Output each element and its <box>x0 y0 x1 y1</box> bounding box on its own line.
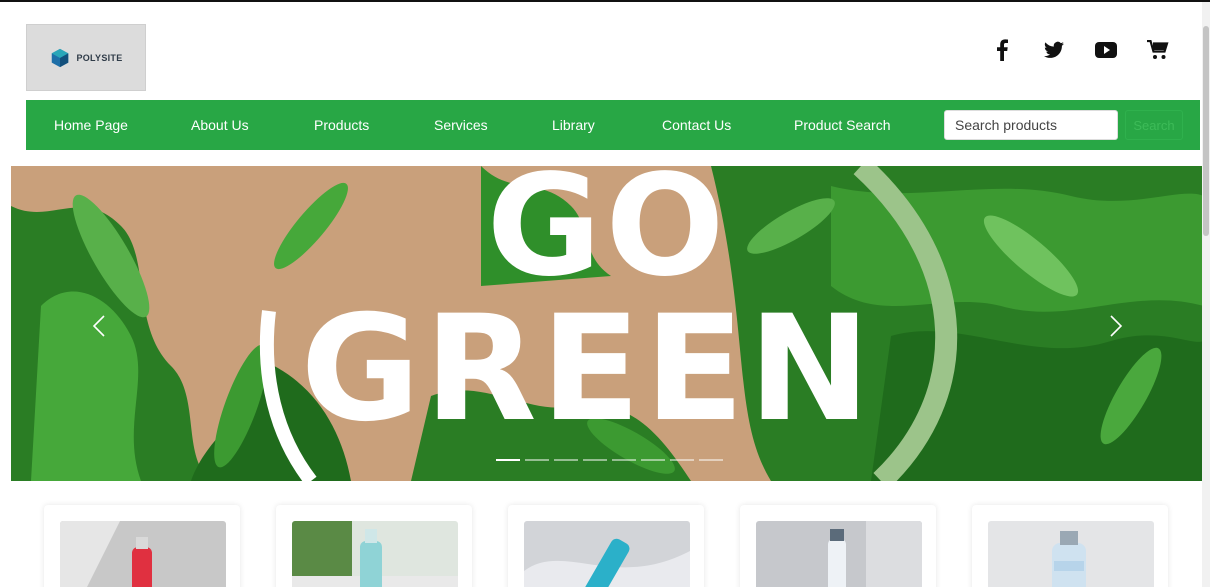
carousel-indicators <box>496 459 723 461</box>
carousel-indicator[interactable] <box>496 459 520 461</box>
product-card[interactable] <box>276 505 472 587</box>
search-button[interactable]: Search <box>1125 110 1183 140</box>
hero-title-line2: GREEN <box>300 284 875 454</box>
header: POLYSITE <box>0 2 1210 100</box>
social-links <box>990 38 1170 62</box>
nav-services[interactable]: Services <box>434 117 488 133</box>
teal-bottle-image <box>292 521 458 587</box>
blue-bottle-image <box>524 521 690 587</box>
carousel-next-button[interactable] <box>1104 306 1128 346</box>
nav-library[interactable]: Library <box>552 117 595 133</box>
page: POLYSITE Home Page About Us Products Ser… <box>0 0 1210 587</box>
brand-logo[interactable]: POLYSITE <box>26 24 146 91</box>
red-bottle-image <box>60 521 226 587</box>
facebook-icon[interactable] <box>990 38 1014 62</box>
hero-carousel: GO GREEN <box>11 166 1204 481</box>
carousel-indicator[interactable] <box>554 459 578 461</box>
scrollbar-thumb[interactable] <box>1203 26 1209 236</box>
nav-contact[interactable]: Contact Us <box>662 117 731 133</box>
carousel-indicator[interactable] <box>670 459 694 461</box>
youtube-icon[interactable] <box>1094 38 1118 62</box>
product-card[interactable] <box>740 505 936 587</box>
search-input[interactable] <box>944 110 1118 140</box>
carousel-indicator[interactable] <box>641 459 665 461</box>
white-bottle-image <box>756 521 922 587</box>
product-card[interactable] <box>972 505 1168 587</box>
clear-bottle-image <box>988 521 1154 587</box>
brand-name: POLYSITE <box>76 52 123 63</box>
page-scrollbar[interactable] <box>1202 2 1210 587</box>
chevron-right-icon <box>1110 315 1123 337</box>
carousel-indicator[interactable] <box>699 459 723 461</box>
product-list <box>0 505 1210 587</box>
product-card[interactable] <box>508 505 704 587</box>
logo-mark-icon <box>52 48 69 67</box>
twitter-icon[interactable] <box>1042 38 1066 62</box>
carousel-prev-button[interactable] <box>87 306 111 346</box>
carousel-indicator[interactable] <box>583 459 607 461</box>
carousel-indicator[interactable] <box>525 459 549 461</box>
nav-about[interactable]: About Us <box>191 117 249 133</box>
product-card[interactable] <box>44 505 240 587</box>
carousel-indicator[interactable] <box>612 459 636 461</box>
nav-product-search[interactable]: Product Search <box>794 117 891 133</box>
hero-title-line1: GO <box>486 166 729 308</box>
nav-products[interactable]: Products <box>314 117 369 133</box>
main-navbar: Home Page About Us Products Services Lib… <box>26 100 1200 150</box>
nav-home[interactable]: Home Page <box>54 117 128 133</box>
cart-icon[interactable] <box>1146 38 1170 62</box>
chevron-left-icon <box>92 315 105 337</box>
